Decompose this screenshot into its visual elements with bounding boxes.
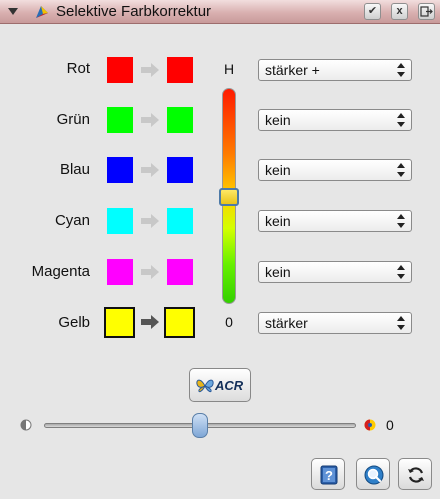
target-swatch-magenta[interactable] — [167, 259, 193, 285]
select-value: stärker — [265, 315, 308, 331]
acr-button[interactable]: ACR — [189, 368, 251, 402]
source-swatch-rot — [107, 57, 133, 83]
preview-icon — [364, 465, 384, 485]
acr-label: ACR — [215, 378, 244, 393]
amount-slider-thumb[interactable] — [192, 413, 208, 438]
amount-value: 0 — [386, 417, 394, 433]
panel-menu-icon — [420, 6, 433, 17]
row-label-rot: Rot — [66, 60, 90, 77]
help-icon: ? — [320, 465, 338, 485]
target-swatch-gruen[interactable] — [167, 107, 193, 133]
updown-caret-icon — [397, 316, 405, 330]
title-bar: Selektive Farbkorrektur ✔ x — [0, 0, 440, 24]
window-title: Selektive Farbkorrektur — [56, 3, 212, 20]
row-label-cyan: Cyan — [54, 212, 90, 229]
close-button[interactable]: x — [391, 3, 408, 20]
row-label-gelb: Gelb — [58, 314, 90, 331]
select-gruen[interactable]: kein — [258, 109, 412, 131]
hue-top-label: H — [223, 61, 235, 77]
target-swatch-cyan[interactable] — [167, 208, 193, 234]
row-label-gruen: Grün — [56, 111, 90, 128]
select-value: kein — [265, 112, 291, 128]
color-circle-icon — [364, 419, 376, 431]
reset-button[interactable] — [398, 458, 432, 490]
select-value: kein — [265, 162, 291, 178]
target-swatch-blau[interactable] — [167, 157, 193, 183]
source-swatch-magenta — [107, 259, 133, 285]
updown-caret-icon — [397, 163, 405, 177]
collapse-arrow-icon[interactable] — [8, 8, 18, 15]
select-blau[interactable]: kein — [258, 159, 412, 181]
half-circle-icon — [20, 419, 32, 431]
preview-button[interactable] — [356, 458, 390, 490]
arrow-icon — [141, 214, 159, 228]
arrow-icon — [141, 163, 159, 177]
updown-caret-icon — [397, 63, 405, 77]
close-icon: x — [396, 5, 403, 17]
select-gelb[interactable]: stärker — [258, 312, 412, 334]
select-value: stärker + — [265, 62, 320, 78]
hue-bottom-label: 0 — [225, 314, 233, 330]
source-swatch-gruen — [107, 107, 133, 133]
source-swatch-gelb — [104, 307, 135, 338]
target-swatch-rot[interactable] — [167, 57, 193, 83]
select-magenta[interactable]: kein — [258, 261, 412, 283]
updown-caret-icon — [397, 265, 405, 279]
source-swatch-cyan — [107, 208, 133, 234]
svg-text:?: ? — [325, 468, 333, 483]
arrow-icon — [141, 265, 159, 279]
select-value: kein — [265, 213, 291, 229]
app-icon — [36, 6, 48, 18]
select-rot[interactable]: stärker + — [258, 59, 412, 81]
select-value: kein — [265, 264, 291, 280]
arrow-icon — [141, 113, 159, 127]
updown-caret-icon — [397, 214, 405, 228]
panel-menu-button[interactable] — [418, 3, 435, 20]
row-label-blau: Blau — [59, 161, 90, 178]
select-cyan[interactable]: kein — [258, 210, 412, 232]
arrow-icon — [141, 63, 159, 77]
hue-slider-thumb[interactable] — [219, 188, 239, 206]
updown-caret-icon — [397, 113, 405, 127]
check-icon: ✔ — [367, 5, 378, 17]
target-swatch-gelb[interactable] — [164, 307, 195, 338]
help-button[interactable]: ? — [311, 458, 345, 490]
reset-icon — [408, 467, 424, 483]
source-swatch-blau — [107, 157, 133, 183]
butterfly-icon — [196, 379, 214, 393]
row-label-magenta: Magenta — [31, 263, 90, 280]
arrow-icon — [141, 315, 159, 329]
confirm-button[interactable]: ✔ — [364, 3, 381, 20]
